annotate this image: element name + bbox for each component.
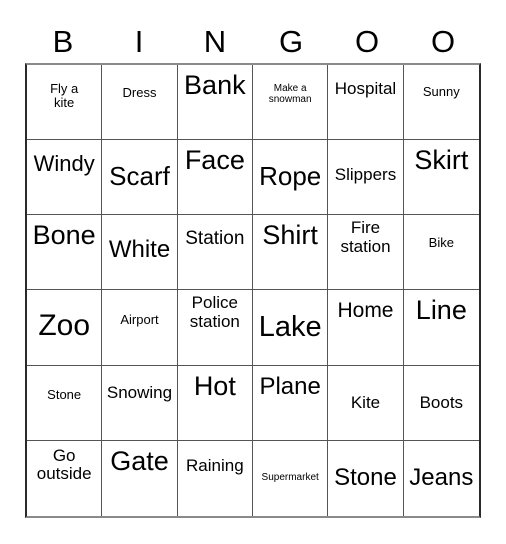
header-letter-g: G <box>278 24 304 59</box>
cell-label: Airport <box>120 311 159 327</box>
cell-label: Police station <box>189 293 240 331</box>
cell-label: Supermarket <box>261 472 319 483</box>
cell-label: Fly a kite <box>50 81 79 111</box>
cell-label: Face <box>184 145 245 176</box>
bingo-cell[interactable]: Bank <box>177 65 253 141</box>
cell-label: White <box>108 236 171 264</box>
cell-label: Bone <box>32 220 96 251</box>
header-letter-i: I <box>134 24 144 59</box>
bingo-cell[interactable]: Windy <box>27 140 103 216</box>
bingo-cell[interactable]: Zoo <box>27 290 103 366</box>
cell-label: Stone <box>47 386 82 402</box>
bingo-cell[interactable]: Scarf <box>102 140 178 216</box>
bingo-cell[interactable]: Police station <box>177 290 253 366</box>
bingo-cell[interactable]: Face <box>177 140 253 216</box>
bingo-cell[interactable]: Rope <box>253 140 329 216</box>
bingo-cell[interactable]: Jeans <box>404 441 479 516</box>
cell-label: Hospital <box>334 78 397 98</box>
cell-label: Home <box>337 299 394 323</box>
cell-label: Lake <box>258 310 322 343</box>
cell-label: Zoo <box>38 309 91 343</box>
cell-label: Gate <box>110 445 169 476</box>
cell-label: Bank <box>184 70 246 100</box>
bingo-cell[interactable]: Bike <box>403 215 479 291</box>
bingo-cell[interactable]: Stone <box>27 365 103 441</box>
cell-label: Windy <box>33 151 95 177</box>
cell-label: Boots <box>419 392 464 412</box>
cell-label: Fire station <box>340 218 391 256</box>
bingo-cell[interactable]: Line <box>403 290 479 366</box>
cell-label: Scarf <box>109 161 170 192</box>
cell-label: Plane <box>259 372 321 400</box>
cell-label: Jeans <box>409 464 474 492</box>
header-letter-b: B <box>52 24 74 59</box>
bingo-cell[interactable]: Hospital <box>328 65 404 141</box>
header-letter-o: O <box>354 24 380 59</box>
bingo-cell[interactable]: Skirt <box>403 140 479 216</box>
bingo-cell[interactable]: Station <box>177 215 253 291</box>
bingo-cell[interactable]: Stone <box>328 440 404 516</box>
bingo-cell[interactable]: Make a snowman <box>253 65 329 141</box>
bingo-cell[interactable]: Raining <box>178 440 253 516</box>
bingo-board: Fly a kite Dress Bank Make a snowman Hos… <box>25 63 481 518</box>
bingo-cell[interactable]: Kite <box>328 365 404 441</box>
header-letter-n: N <box>203 24 227 59</box>
cell-label: Bike <box>428 235 454 251</box>
bingo-cell[interactable]: Lake <box>253 290 329 366</box>
bingo-cell[interactable]: Supermarket <box>253 440 329 516</box>
cell-label: Station <box>185 228 245 250</box>
cell-label: Slippers <box>334 165 397 185</box>
bingo-cell[interactable]: Snowing <box>102 365 178 441</box>
cell-label: Kite <box>350 392 381 412</box>
bingo-cell[interactable]: Hot <box>177 365 253 441</box>
bingo-cell[interactable]: Home <box>328 290 404 366</box>
header-letter-o-2: O <box>430 24 456 59</box>
bingo-header: B I N G O O <box>25 22 481 62</box>
bingo-cell[interactable]: Gate <box>102 440 178 516</box>
bingo-cell[interactable]: Go outside <box>27 440 103 516</box>
bingo-cell[interactable]: Sunny <box>403 65 479 141</box>
cell-label: Skirt <box>414 145 469 176</box>
cell-label: Raining <box>186 456 244 476</box>
cell-label: Make a snowman <box>268 83 312 106</box>
cell-label: Line <box>415 295 467 326</box>
cell-label: Rope <box>259 161 322 192</box>
bingo-cell[interactable]: Shirt <box>253 215 329 291</box>
bingo-cell[interactable]: Bone <box>27 215 103 291</box>
bingo-cell[interactable]: Dress <box>102 65 178 141</box>
bingo-cell[interactable]: Fire station <box>328 215 404 291</box>
bingo-cell[interactable]: Fly a kite <box>27 65 103 141</box>
cell-label: Shirt <box>262 220 318 251</box>
cell-label: Go outside <box>36 445 92 484</box>
bingo-cell[interactable]: White <box>102 215 178 291</box>
cell-label: Sunny <box>422 84 460 100</box>
bingo-cell[interactable]: Airport <box>102 290 178 366</box>
bingo-cell[interactable]: Plane <box>253 365 329 441</box>
cell-label: Snowing <box>106 382 173 402</box>
cell-label: Dress <box>122 85 157 101</box>
bingo-cell[interactable]: Slippers <box>328 140 404 216</box>
cell-label: Stone <box>334 464 397 492</box>
bingo-cell[interactable]: Boots <box>403 366 479 441</box>
cell-label: Hot <box>193 370 236 401</box>
